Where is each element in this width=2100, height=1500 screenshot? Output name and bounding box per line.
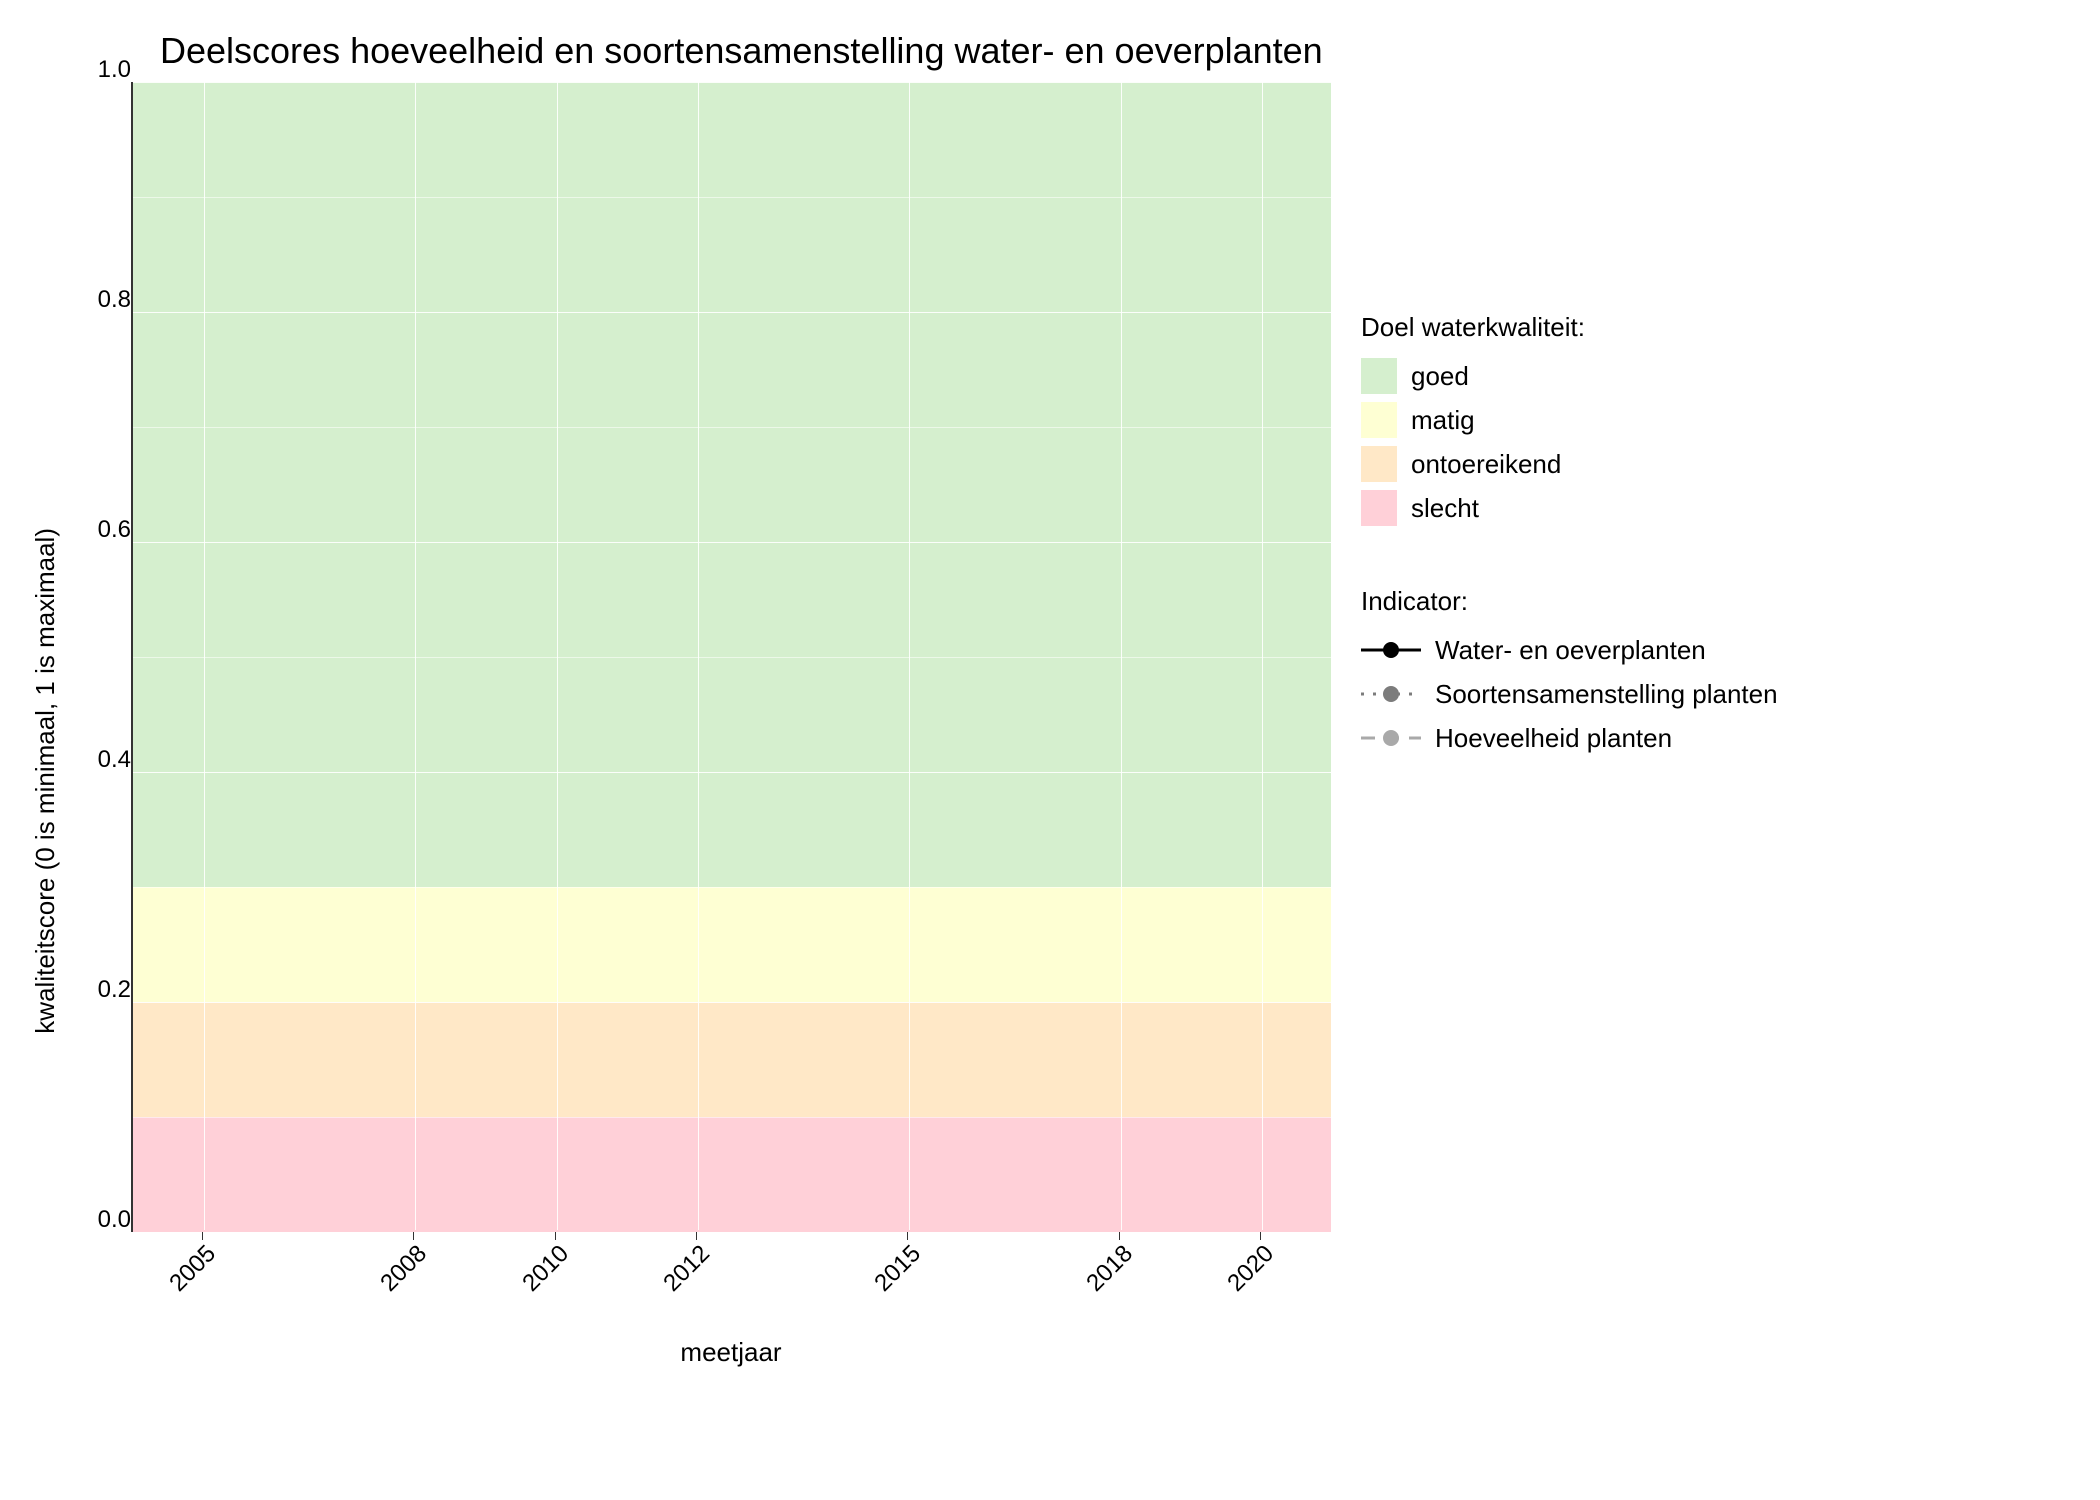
x-tick-mark xyxy=(202,1232,203,1240)
x-tick-mark xyxy=(1119,1232,1120,1240)
chart-title: Deelscores hoeveelheid en soortensamenst… xyxy=(160,30,2080,72)
x-tick-mark xyxy=(555,1232,556,1240)
x-tick: 2015 xyxy=(870,1240,928,1298)
legend-series-label: Soortensamenstelling planten xyxy=(1435,679,1778,710)
gridline-h-minor xyxy=(133,887,1331,888)
quality-band-matig xyxy=(133,887,1331,1002)
x-tick-mark xyxy=(413,1232,414,1240)
legend-swatch xyxy=(1361,490,1397,526)
gridline-v xyxy=(415,82,416,1230)
legend-band-label: goed xyxy=(1411,361,1469,392)
legend-band-item: goed xyxy=(1361,358,1778,394)
gridline-h xyxy=(133,542,1331,543)
x-tick-mark xyxy=(907,1232,908,1240)
legend-line-swatch xyxy=(1361,676,1421,712)
x-axis-label: meetjaar xyxy=(131,1337,1331,1368)
legend-band-label: ontoereikend xyxy=(1411,449,1561,480)
gridline-h-minor xyxy=(133,657,1331,658)
legend-series-items: Water- en oeverplanten Soortensamenstelli… xyxy=(1361,632,1778,756)
gridline-v xyxy=(698,82,699,1230)
plot-area xyxy=(131,82,1331,1232)
legend-line-swatch xyxy=(1361,632,1421,668)
quality-band-goed xyxy=(133,82,1331,887)
legend-band-label: matig xyxy=(1411,405,1475,436)
legend-series-item: Soortensamenstelling planten xyxy=(1361,676,1778,712)
legend-band-item: ontoereikend xyxy=(1361,446,1778,482)
x-tick: 2010 xyxy=(517,1240,575,1298)
legend-line-swatch xyxy=(1361,720,1421,756)
x-tick: 2008 xyxy=(376,1240,434,1298)
legend-band-label: slecht xyxy=(1411,493,1479,524)
legend-series-title: Indicator: xyxy=(1361,586,1778,617)
x-axis-ticks: 2005 2008 2010 2012 2015 2018 2020 xyxy=(131,1232,1331,1302)
chart-main: kwaliteitscore (0 is minimaal, 1 is maxi… xyxy=(20,82,2080,1480)
plot-wrap: kwaliteitscore (0 is minimaal, 1 is maxi… xyxy=(20,82,1331,1480)
gridline-h xyxy=(133,772,1331,773)
legend-series-item: Water- en oeverplanten xyxy=(1361,632,1778,668)
gridline-h-minor xyxy=(133,197,1331,198)
gridline-h-minor xyxy=(133,1117,1331,1118)
x-tick: 2005 xyxy=(164,1240,222,1298)
x-tick: 2018 xyxy=(1081,1240,1139,1298)
legend-swatch xyxy=(1361,358,1397,394)
x-tick: 2020 xyxy=(1223,1240,1281,1298)
gridline-v xyxy=(557,82,558,1230)
legend-swatch xyxy=(1361,402,1397,438)
x-tick: 2012 xyxy=(658,1240,716,1298)
gridline-v xyxy=(1262,82,1263,1230)
legend-series-label: Hoeveelheid planten xyxy=(1435,723,1672,754)
legend-bands-section: Doel waterkwaliteit: goed matig ontoereike… xyxy=(1361,312,1778,526)
quality-band-slecht xyxy=(133,1117,1331,1232)
x-tick-mark xyxy=(1260,1232,1261,1240)
legend-series-section: Indicator: Water- en oeverplanten Soorten… xyxy=(1361,586,1778,756)
gridline-v xyxy=(909,82,910,1230)
gridline-h xyxy=(133,312,1331,313)
gridline-v xyxy=(1121,82,1122,1230)
y-axis-label: kwaliteitscore (0 is minimaal, 1 is maxi… xyxy=(20,528,71,1034)
quality-band-ontoereikend xyxy=(133,1002,1331,1117)
legend-series-label: Water- en oeverplanten xyxy=(1435,635,1706,666)
legend-band-item: matig xyxy=(1361,402,1778,438)
gridline-v xyxy=(204,82,205,1230)
legend-series-item: Hoeveelheid planten xyxy=(1361,720,1778,756)
legend-band-item: slecht xyxy=(1361,490,1778,526)
legend-bands-items: goed matig ontoereikend slecht xyxy=(1361,358,1778,526)
chart-container: Deelscores hoeveelheid en soortensamenst… xyxy=(20,20,2080,1480)
y-axis-ticks: 1.00.80.60.40.20.0 xyxy=(71,82,131,1232)
gridline-h xyxy=(133,82,1331,83)
legend: Doel waterkwaliteit: goed matig ontoereike… xyxy=(1361,82,1778,1480)
legend-bands-title: Doel waterkwaliteit: xyxy=(1361,312,1778,343)
legend-swatch xyxy=(1361,446,1397,482)
gridline-h-minor xyxy=(133,427,1331,428)
gridline-h xyxy=(133,1002,1331,1003)
x-tick-mark xyxy=(696,1232,697,1240)
